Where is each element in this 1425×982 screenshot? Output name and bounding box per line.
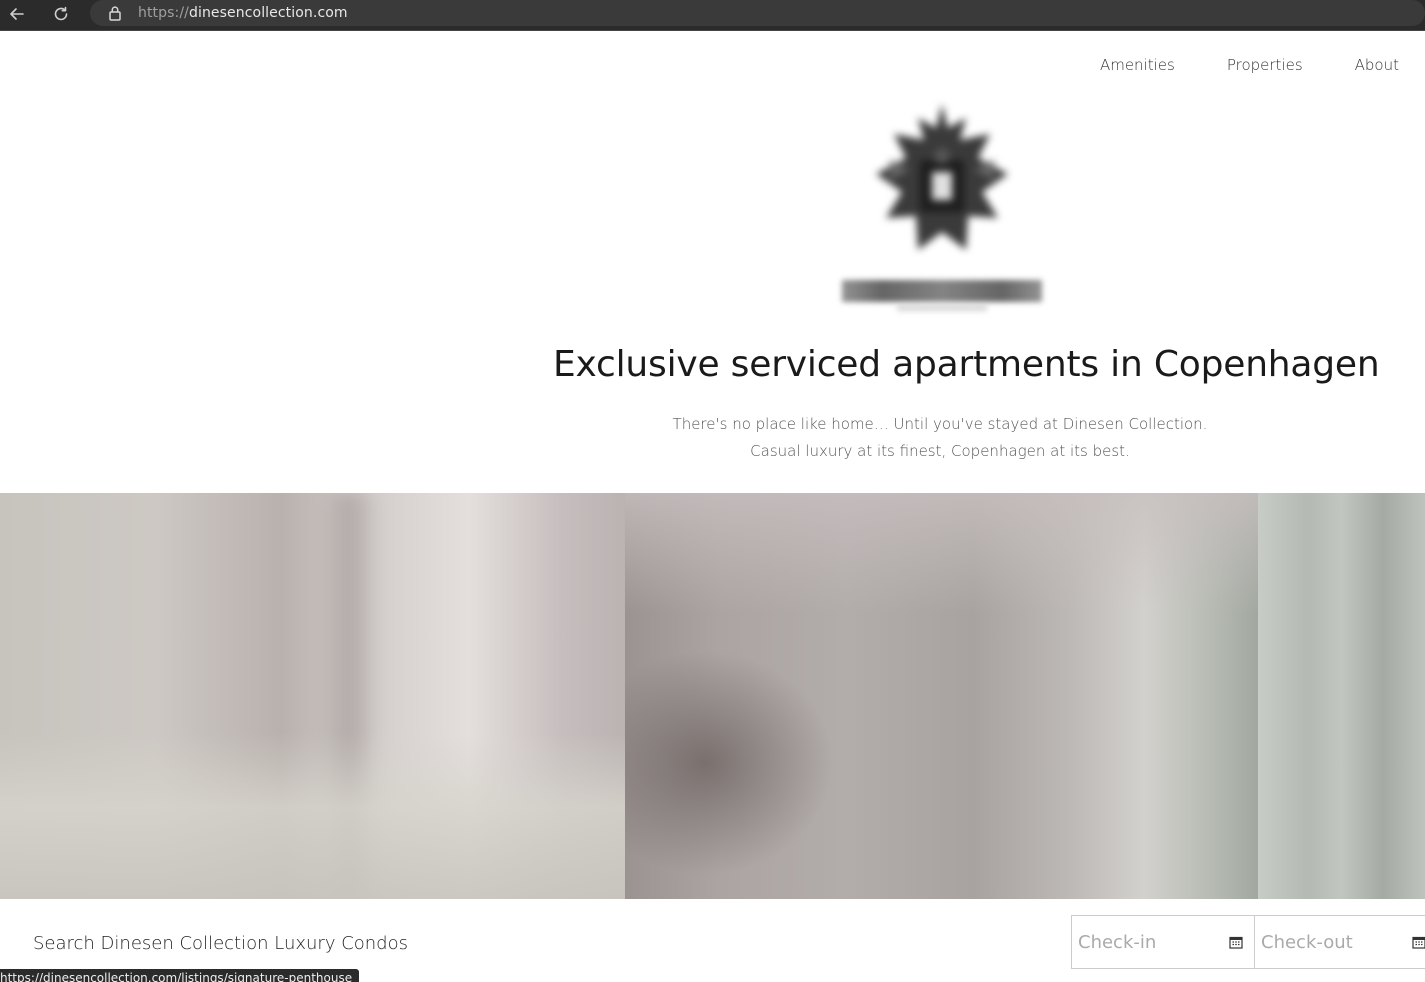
address-bar[interactable]: https://dinesencollection.com xyxy=(90,0,1425,26)
back-arrow-icon xyxy=(10,8,24,20)
checkin-field[interactable] xyxy=(1071,915,1255,969)
url-text: https://dinesencollection.com xyxy=(138,5,348,21)
calendar-icon[interactable] xyxy=(1229,935,1243,949)
gallery-image-1[interactable] xyxy=(0,493,625,899)
crest-icon xyxy=(876,104,1008,250)
nav-about[interactable]: About xyxy=(1355,56,1399,74)
browser-toolbar: https://dinesencollection.com xyxy=(0,0,1425,31)
logo-wordmark xyxy=(842,280,1042,302)
status-bar-link-preview: https://dinesencollection.com/listings/s… xyxy=(0,969,360,982)
logo-tagline xyxy=(897,305,987,311)
calendar-icon[interactable] xyxy=(1412,935,1425,949)
gallery-image-3[interactable] xyxy=(1258,493,1425,899)
brand-logo[interactable] xyxy=(842,100,1042,318)
checkout-field[interactable] xyxy=(1254,915,1425,969)
site-nav: Amenities Properties About xyxy=(1048,56,1399,74)
intro-line-1: There's no place like home… Until you've… xyxy=(672,415,1208,433)
back-button[interactable] xyxy=(4,2,30,26)
checkout-input[interactable] xyxy=(1261,931,1401,953)
reload-icon xyxy=(54,6,68,21)
nav-properties[interactable]: Properties xyxy=(1227,56,1303,74)
lock-icon xyxy=(108,5,122,21)
search-heading: Search Dinesen Collection Luxury Condos xyxy=(33,933,409,954)
nav-amenities[interactable]: Amenities xyxy=(1100,56,1175,74)
hero-gallery xyxy=(0,493,1425,899)
reload-button[interactable] xyxy=(48,2,74,26)
checkin-input[interactable] xyxy=(1078,931,1218,953)
gallery-image-2[interactable] xyxy=(625,493,1258,899)
page-title: Exclusive serviced apartments in Copenha… xyxy=(553,344,1380,385)
intro-line-2: Casual luxury at its finest, Copenhagen … xyxy=(750,442,1130,460)
